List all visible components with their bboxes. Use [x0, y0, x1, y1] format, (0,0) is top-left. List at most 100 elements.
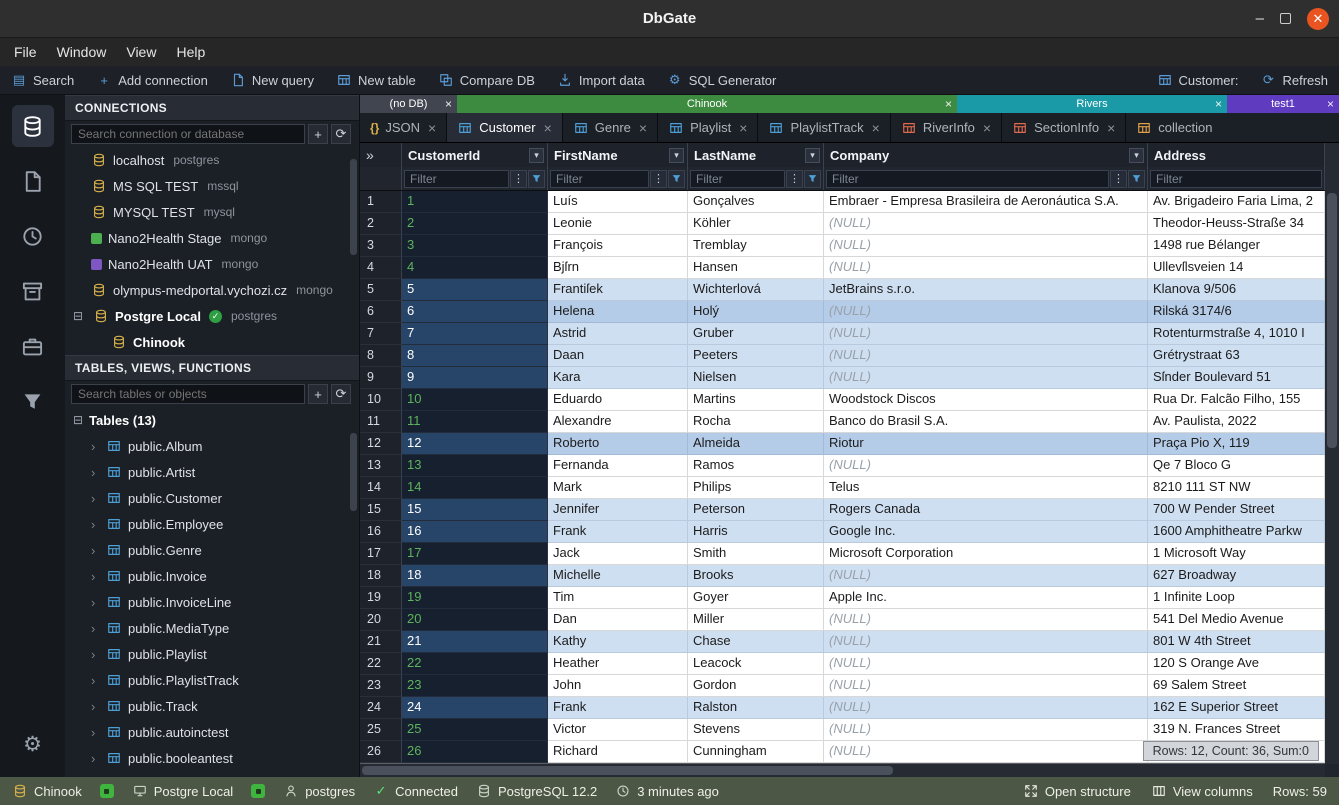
cell-firstname[interactable]: Frank: [548, 521, 688, 543]
cell-customerid[interactable]: 23: [402, 675, 548, 697]
cell-address[interactable]: 801 W 4th Street: [1148, 631, 1325, 653]
cell-address[interactable]: Rilská 3174/6: [1148, 301, 1325, 323]
column-dropdown-button[interactable]: ▾: [1129, 148, 1144, 163]
cell-company[interactable]: (NULL): [824, 697, 1148, 719]
toolbar-compare-db-button[interactable]: Compare DB: [427, 66, 546, 94]
cell-lastname[interactable]: Hansen: [688, 257, 824, 279]
cell-company[interactable]: (NULL): [824, 367, 1148, 389]
connection-postgre-local[interactable]: ⊟Postgre Local✓postgres: [65, 303, 359, 329]
toolbar-new-table-button[interactable]: New table: [325, 66, 427, 94]
chevron-right-icon[interactable]: ›: [91, 621, 100, 636]
toolbar-add-connection-button[interactable]: +Add connection: [85, 66, 219, 94]
cell-lastname[interactable]: Peeters: [688, 345, 824, 367]
cell-address[interactable]: 1498 rue Bélanger: [1148, 235, 1325, 257]
cell-customerid[interactable]: 17: [402, 543, 548, 565]
cell-firstname[interactable]: Astrid: [548, 323, 688, 345]
tab-playlist[interactable]: Playlist×: [658, 113, 758, 142]
cell-firstname[interactable]: Roberto: [548, 433, 688, 455]
chevron-right-icon[interactable]: ›: [91, 699, 100, 714]
cell-customerid[interactable]: 11: [402, 411, 548, 433]
cell-lastname[interactable]: Tremblay: [688, 235, 824, 257]
cell-address[interactable]: Grétrystraat 63: [1148, 345, 1325, 367]
objects-search-input[interactable]: [71, 384, 305, 404]
column-header-company[interactable]: Company▾: [824, 143, 1148, 167]
filter-funnel-button[interactable]: [1128, 170, 1145, 188]
cell-address[interactable]: Av. Brigadeiro Faria Lima, 2: [1148, 191, 1325, 213]
cell-firstname[interactable]: Helena: [548, 301, 688, 323]
cell-company[interactable]: (NULL): [824, 323, 1148, 345]
row-number[interactable]: 12: [360, 433, 402, 455]
close-icon[interactable]: ×: [872, 120, 880, 136]
cell-customerid[interactable]: 7: [402, 323, 548, 345]
close-icon[interactable]: ×: [544, 120, 552, 136]
chevron-right-icon[interactable]: ›: [91, 569, 100, 584]
close-icon[interactable]: ×: [1107, 120, 1115, 136]
row-number[interactable]: 1: [360, 191, 402, 213]
cell-lastname[interactable]: Almeida: [688, 433, 824, 455]
row-number[interactable]: 6: [360, 301, 402, 323]
chevron-right-icon[interactable]: ›: [91, 751, 100, 766]
cell-company[interactable]: (NULL): [824, 565, 1148, 587]
chevron-right-icon[interactable]: ›: [91, 647, 100, 662]
cell-customerid[interactable]: 24: [402, 697, 548, 719]
cell-lastname[interactable]: Ralston: [688, 697, 824, 719]
filter-funnel-button[interactable]: [528, 170, 545, 188]
table-item-public-track[interactable]: ›public.Track: [65, 693, 359, 719]
cell-company[interactable]: (NULL): [824, 301, 1148, 323]
toolbar-refresh-button[interactable]: ⟳Refresh: [1249, 66, 1339, 94]
cell-firstname[interactable]: Heather: [548, 653, 688, 675]
filter-input-firstname[interactable]: [550, 170, 649, 188]
row-number[interactable]: 17: [360, 543, 402, 565]
cell-firstname[interactable]: John: [548, 675, 688, 697]
table-item-public-playlisttrack[interactable]: ›public.PlaylistTrack: [65, 667, 359, 693]
cell-firstname[interactable]: Kara: [548, 367, 688, 389]
vertical-scrollbar-thumb[interactable]: [1327, 193, 1337, 448]
cell-firstname[interactable]: Victor: [548, 719, 688, 741]
connection-search-input[interactable]: [71, 124, 305, 144]
table-item-public-artist[interactable]: ›public.Artist: [65, 459, 359, 485]
chevron-right-icon[interactable]: ›: [91, 595, 100, 610]
toolbar-search-button[interactable]: ▤Search: [0, 66, 85, 94]
cell-address[interactable]: 1 Infinite Loop: [1148, 587, 1325, 609]
cell-lastname[interactable]: Holý: [688, 301, 824, 323]
horizontal-scrollbar[interactable]: [360, 764, 1325, 777]
table-item-public-customer[interactable]: ›public.Customer: [65, 485, 359, 511]
cell-company[interactable]: Embraer - Empresa Brasileira de Aeronáut…: [824, 191, 1148, 213]
minimize-button[interactable]: –: [1256, 10, 1264, 27]
tab-group-no-db[interactable]: (no DB)×: [360, 95, 457, 113]
connection-ms-sql-test[interactable]: MS SQL TESTmssql: [65, 173, 359, 199]
row-number[interactable]: 7: [360, 323, 402, 345]
filter-menu-button[interactable]: ⋮: [510, 170, 527, 188]
connection-nano2health-uat[interactable]: Nano2Health UATmongo: [65, 251, 359, 277]
cell-customerid[interactable]: 12: [402, 433, 548, 455]
cell-firstname[interactable]: Frantiſek: [548, 279, 688, 301]
row-number[interactable]: 19: [360, 587, 402, 609]
menu-item-file[interactable]: File: [4, 38, 47, 66]
row-number[interactable]: 3: [360, 235, 402, 257]
cell-address[interactable]: 162 E Superior Street: [1148, 697, 1325, 719]
chevron-right-icon[interactable]: ›: [91, 491, 100, 506]
column-header-firstname[interactable]: FirstName▾: [548, 143, 688, 167]
toolbar-new-query-button[interactable]: New query: [219, 66, 325, 94]
filter-menu-button[interactable]: ⋮: [650, 170, 667, 188]
cell-company[interactable]: (NULL): [824, 455, 1148, 477]
tab-sectioninfo[interactable]: SectionInfo×: [1002, 113, 1126, 142]
cell-customerid[interactable]: 9: [402, 367, 548, 389]
cell-lastname[interactable]: Cunningham: [688, 741, 824, 763]
cell-customerid[interactable]: 1: [402, 191, 548, 213]
cell-firstname[interactable]: Michelle: [548, 565, 688, 587]
cell-customerid[interactable]: 20: [402, 609, 548, 631]
cell-address[interactable]: Rotenturmstraße 4, 1010 I: [1148, 323, 1325, 345]
row-number[interactable]: 10: [360, 389, 402, 411]
row-number[interactable]: 20: [360, 609, 402, 631]
filter-funnel-button[interactable]: [804, 170, 821, 188]
cell-company[interactable]: Google Inc.: [824, 521, 1148, 543]
table-item-public-autoinctest[interactable]: ›public.autoinctest: [65, 719, 359, 745]
cell-company[interactable]: Telus: [824, 477, 1148, 499]
tab-group-rivers[interactable]: Rivers×: [957, 95, 1227, 113]
table-item-public-playlist[interactable]: ›public.Playlist: [65, 641, 359, 667]
cell-lastname[interactable]: Harris: [688, 521, 824, 543]
tables-group-toggle[interactable]: ⊟ Tables (13): [65, 407, 359, 433]
menu-item-view[interactable]: View: [116, 38, 166, 66]
rail-query-history-button[interactable]: [12, 215, 54, 257]
